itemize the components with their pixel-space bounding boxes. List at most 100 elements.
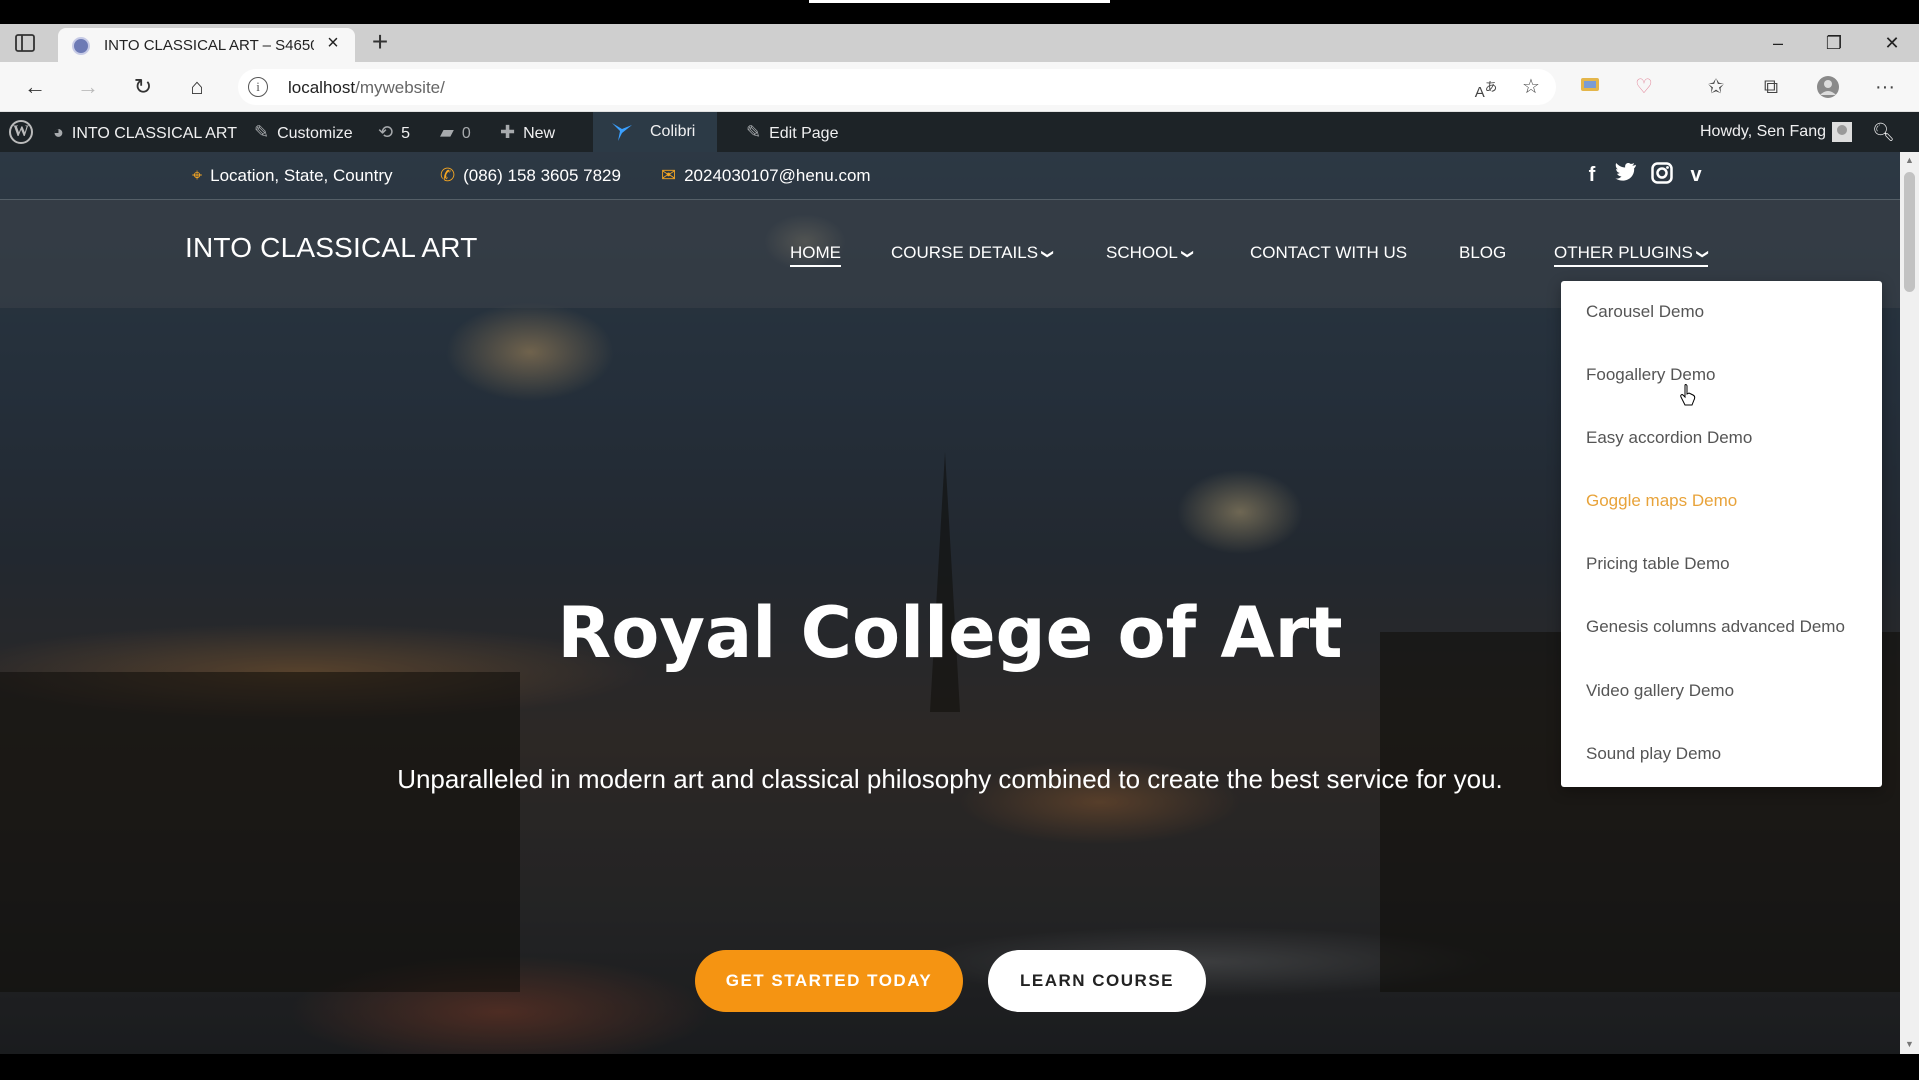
dropdown-item-maps[interactable]: Goggle maps Demo bbox=[1586, 491, 1737, 511]
get-started-button[interactable]: GET STARTED TODAY bbox=[695, 950, 963, 1012]
site-favicon-icon bbox=[72, 37, 90, 55]
back-icon[interactable]: ← bbox=[22, 74, 48, 100]
scroll-down-icon[interactable]: ▼ bbox=[1904, 1039, 1915, 1049]
nav-other-plugins[interactable]: OTHER PLUGINS ❯ bbox=[1554, 243, 1710, 267]
nav-blog[interactable]: BLOG bbox=[1459, 243, 1506, 263]
browser-tab-bar: INTO CLASSICAL ART – S465013 × + – ❐ ✕ bbox=[0, 24, 1919, 62]
dropdown-item-accordion[interactable]: Easy accordion Demo bbox=[1586, 428, 1752, 448]
bottom-strip bbox=[0, 1054, 1919, 1080]
collections-icon[interactable]: ⧉ bbox=[1759, 75, 1783, 99]
admin-account[interactable]: Howdy, Sen Fang bbox=[1700, 112, 1852, 152]
vimeo-icon[interactable]: v bbox=[1684, 162, 1708, 188]
home-icon[interactable]: ⌂ bbox=[184, 74, 210, 100]
facebook-icon[interactable]: f bbox=[1580, 162, 1604, 188]
building-silhouette-left bbox=[0, 672, 520, 992]
tab-close-icon[interactable]: × bbox=[323, 33, 343, 53]
url-field[interactable]: i localhost/mywebsite/ bbox=[238, 69, 1556, 105]
nav-course-details[interactable]: COURSE DETAILS ❯ bbox=[891, 243, 1056, 263]
admin-colibri-label: Colibri bbox=[650, 123, 696, 140]
plus-icon: ✚ bbox=[500, 122, 516, 142]
admin-colibri[interactable]: Colibri bbox=[593, 112, 717, 152]
chevron-down-icon: ❯ bbox=[1695, 248, 1710, 260]
instagram-icon[interactable] bbox=[1650, 162, 1674, 188]
refresh-icon[interactable]: ↻ bbox=[130, 74, 156, 100]
admin-new-label: New bbox=[523, 125, 556, 142]
avatar bbox=[1832, 121, 1852, 142]
phone-icon: ✆ bbox=[440, 165, 456, 185]
page-content: ⌖ Location, State, Country ✆ (086) 158 360… bbox=[0, 152, 1900, 1054]
admin-customize-label: Customize bbox=[277, 125, 353, 142]
phone-info: ✆ (086) 158 3605 7829 bbox=[440, 165, 621, 186]
extension-2-icon[interactable]: ♡ bbox=[1632, 75, 1656, 99]
read-aloud-icon[interactable]: Aあ bbox=[1474, 75, 1498, 101]
url-text: localhost/mywebsite/ bbox=[288, 78, 445, 97]
twitter-icon[interactable] bbox=[1614, 162, 1638, 188]
other-plugins-dropdown: Carousel Demo Foogallery Demo Easy accor… bbox=[1561, 281, 1882, 787]
comments-count: 0 bbox=[461, 125, 471, 142]
nav-contact[interactable]: CONTACT WITH US bbox=[1250, 243, 1407, 263]
email-text: 2024030107@henu.com bbox=[684, 166, 871, 185]
admin-edit-page-label: Edit Page bbox=[769, 125, 839, 142]
nav-home[interactable]: HOME bbox=[790, 243, 841, 267]
location-text: Location, State, Country bbox=[210, 166, 393, 185]
dropdown-item-video-gallery[interactable]: Video gallery Demo bbox=[1586, 681, 1734, 701]
pencil-icon: ✎ bbox=[746, 122, 762, 142]
chevron-down-icon: ❯ bbox=[1041, 248, 1056, 260]
admin-site-name[interactable]: ◕ INTO CLASSICAL ART bbox=[53, 112, 237, 152]
favorites-icon[interactable]: ✩ bbox=[1704, 75, 1728, 99]
top-strip-bar bbox=[809, 0, 1110, 3]
nav-blog-label: BLOG bbox=[1459, 243, 1507, 262]
admin-comments[interactable]: ▰ 0 bbox=[440, 112, 471, 152]
admin-site-name-label: INTO CLASSICAL ART bbox=[71, 125, 237, 142]
brush-icon: ✎ bbox=[254, 122, 270, 142]
dropdown-item-sound-play[interactable]: Sound play Demo bbox=[1586, 744, 1721, 764]
admin-howdy-label: Howdy, Sen Fang bbox=[1700, 123, 1826, 140]
nav-home-label: HOME bbox=[790, 243, 841, 262]
browser-address-bar: ← → ↻ ⌂ i localhost/mywebsite/ Aあ ☆ ♡ ✩ … bbox=[0, 62, 1919, 112]
wp-admin-bar: W ◕ INTO CLASSICAL ART ✎ Customize ⟲ 5 ▰ 0 ✚… bbox=[0, 112, 1919, 152]
admin-search-icon[interactable]: 🔍︎ bbox=[1872, 112, 1895, 152]
scroll-up-icon[interactable]: ▲ bbox=[1904, 155, 1915, 165]
close-window-icon[interactable]: ✕ bbox=[1872, 30, 1912, 56]
add-favorite-icon[interactable]: ☆ bbox=[1519, 75, 1543, 99]
nav-school-label: SCHOOL bbox=[1106, 243, 1178, 262]
extension-icon[interactable] bbox=[1578, 75, 1602, 99]
mail-icon: ✉ bbox=[661, 165, 677, 185]
email-info: ✉ 2024030107@henu.com bbox=[661, 165, 871, 186]
admin-customize[interactable]: ✎ Customize bbox=[254, 112, 353, 152]
chevron-down-icon: ❯ bbox=[1180, 248, 1195, 260]
location-pin-icon: ⌖ bbox=[192, 165, 203, 185]
tab-actions-icon[interactable] bbox=[14, 33, 36, 53]
dashboard-icon: ◕ bbox=[53, 122, 64, 142]
dropdown-item-foogallery[interactable]: Foogallery Demo bbox=[1586, 365, 1715, 385]
nav-school[interactable]: SCHOOL ❯ bbox=[1106, 243, 1195, 263]
forward-icon[interactable]: → bbox=[75, 74, 101, 100]
admin-updates[interactable]: ⟲ 5 bbox=[378, 112, 410, 152]
minimize-icon[interactable]: – bbox=[1758, 30, 1798, 56]
nav-contact-label: CONTACT WITH US bbox=[1250, 243, 1408, 262]
profile-icon[interactable] bbox=[1816, 75, 1840, 99]
site-title[interactable]: INTO CLASSICAL ART bbox=[185, 232, 478, 264]
updates-count: 5 bbox=[401, 125, 410, 142]
phone-text: (086) 158 3605 7829 bbox=[463, 166, 621, 185]
admin-new[interactable]: ✚ New bbox=[500, 112, 555, 152]
dropdown-item-pricing[interactable]: Pricing table Demo bbox=[1586, 554, 1730, 574]
restore-icon[interactable]: ❐ bbox=[1814, 30, 1854, 56]
colibri-icon bbox=[612, 123, 632, 141]
location-info: ⌖ Location, State, Country bbox=[192, 165, 393, 186]
wordpress-logo-icon[interactable]: W bbox=[9, 120, 33, 144]
dropdown-item-genesis[interactable]: Genesis columns advanced Demo bbox=[1586, 617, 1845, 637]
site-info-icon[interactable]: i bbox=[248, 77, 268, 97]
updates-icon: ⟲ bbox=[378, 122, 394, 142]
hand-cursor-icon bbox=[1680, 384, 1696, 406]
top-info-bar: ⌖ Location, State, Country ✆ (086) 158 360… bbox=[0, 152, 1900, 200]
dropdown-item-carousel[interactable]: Carousel Demo bbox=[1586, 302, 1704, 322]
new-tab-icon[interactable]: + bbox=[366, 28, 394, 57]
admin-edit-page[interactable]: ✎ Edit Page bbox=[746, 112, 838, 152]
scrollbar-thumb[interactable] bbox=[1904, 172, 1915, 292]
page-scrollbar[interactable]: ▲ ▼ bbox=[1900, 152, 1919, 1054]
learn-course-button[interactable]: LEARN COURSE bbox=[988, 950, 1206, 1012]
tab-title: INTO CLASSICAL ART – S465013 bbox=[104, 37, 314, 54]
browser-tab[interactable]: INTO CLASSICAL ART – S465013 × bbox=[58, 28, 355, 62]
more-options-icon[interactable]: ··· bbox=[1873, 75, 1897, 99]
